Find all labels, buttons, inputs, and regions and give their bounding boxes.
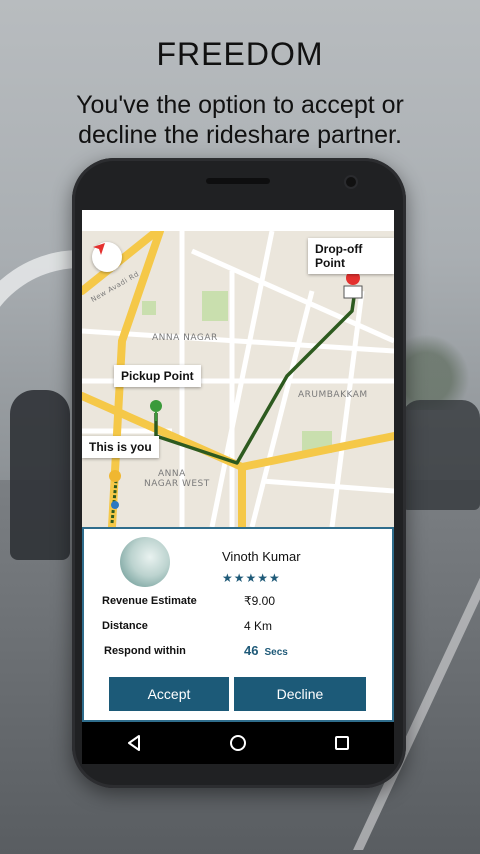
accept-button[interactable]: Accept (109, 677, 229, 711)
revenue-estimate-value: ₹9.00 (244, 594, 275, 608)
map-label-anna-nagar-west-line2: NAGAR WEST (144, 479, 210, 489)
phone-frame: ANNA NAGAR ARUMBAKKAM ANNA NAGAR WEST Ne… (72, 158, 406, 788)
driver-avatar (120, 537, 170, 587)
map-label-anna-nagar: ANNA NAGAR (152, 333, 218, 343)
dropoff-point-callout: Drop-off Point (308, 238, 394, 274)
revenue-estimate-label: Revenue Estimate (102, 595, 197, 607)
decline-button[interactable]: Decline (234, 677, 366, 711)
phone-screen: ANNA NAGAR ARUMBAKKAM ANNA NAGAR WEST Ne… (82, 210, 394, 722)
driver-rating-stars: ★★★★★ (222, 571, 281, 585)
driver-name: Vinoth Kumar (222, 549, 301, 564)
respond-within-value: 46 Secs (244, 643, 288, 658)
map-view[interactable]: ANNA NAGAR ARUMBAKKAM ANNA NAGAR WEST Ne… (82, 231, 394, 527)
phone-speaker (206, 178, 270, 184)
map-label-anna-nagar-west-line1: ANNA (158, 469, 186, 479)
background-motorbikes-right (402, 400, 480, 510)
subheadline: You've the option to accept or decline t… (76, 91, 404, 149)
current-location-callout: This is you (82, 436, 159, 458)
android-nav-bar (82, 722, 394, 764)
recents-icon[interactable] (322, 728, 362, 758)
distance-value: 4 Km (244, 619, 273, 633)
home-icon[interactable] (218, 728, 258, 758)
compass-icon[interactable] (92, 242, 122, 272)
respond-within-label: Respond within (104, 645, 186, 657)
back-icon[interactable] (114, 728, 154, 758)
ride-request-card: Vinoth Kumar ★★★★★ Revenue Estimate ₹9.0… (82, 527, 394, 665)
phone-camera (346, 177, 356, 187)
background-motorbike-left (10, 390, 70, 560)
map-label-arumbakkam: ARUMBAKKAM (298, 390, 368, 400)
distance-label: Distance (102, 620, 148, 632)
pickup-point-callout: Pickup Point (114, 365, 201, 387)
headline: FREEDOM (156, 36, 324, 72)
respond-unit: Secs (264, 647, 288, 658)
respond-seconds: 46 (244, 643, 259, 658)
action-bar: Accept Decline (82, 665, 394, 722)
